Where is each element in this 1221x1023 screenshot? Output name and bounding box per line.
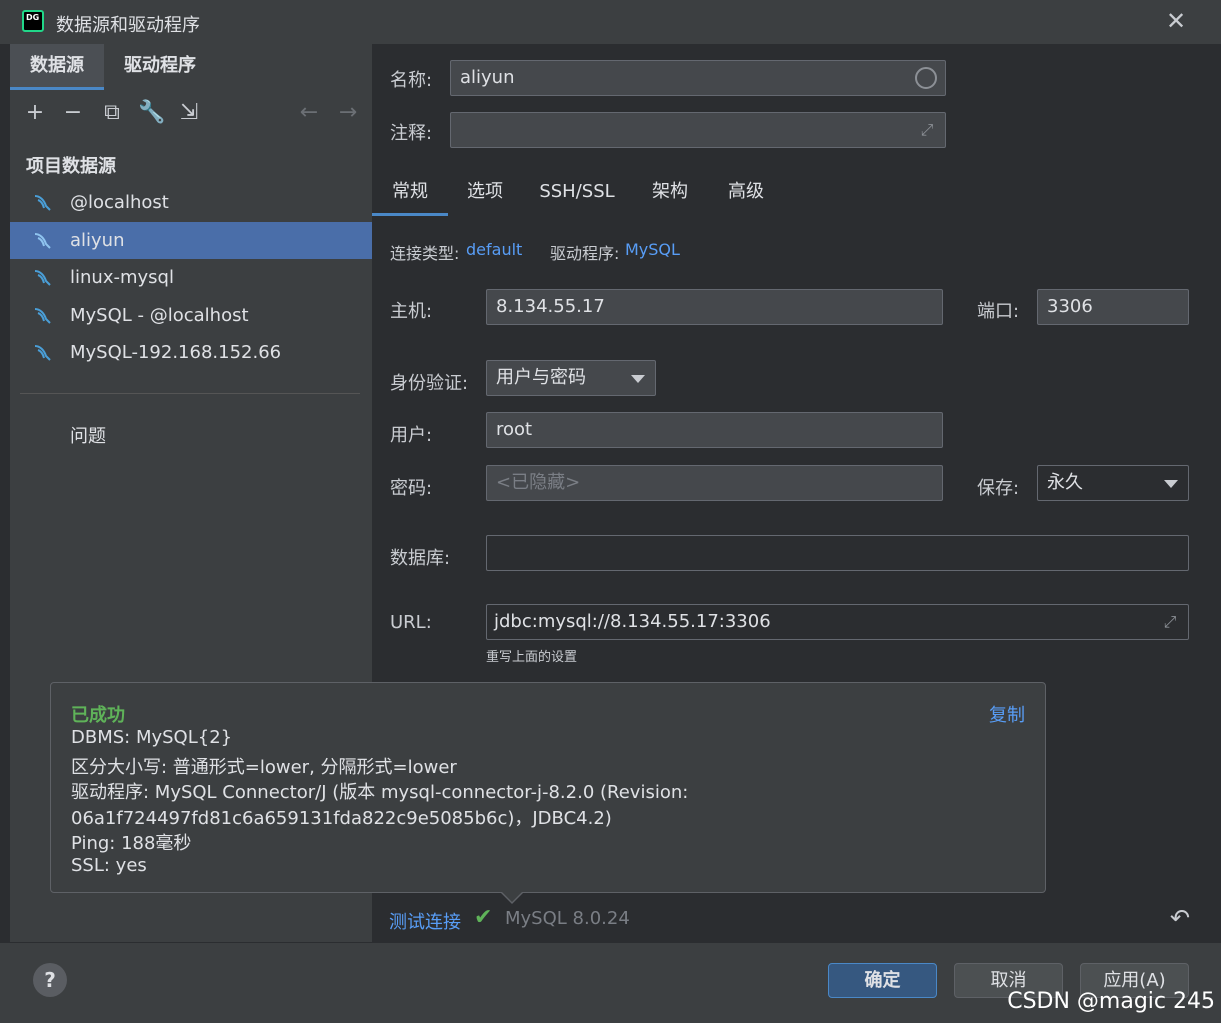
list-item[interactable]: aliyun — [10, 222, 372, 259]
list-item-label: MySQL - @localhost — [70, 305, 249, 326]
ok-button[interactable]: 确定 — [828, 963, 937, 998]
list-item[interactable]: linux-mysql — [10, 259, 372, 296]
save-select[interactable]: 永久 — [1037, 465, 1189, 501]
database-label: 数据库: — [390, 548, 451, 569]
password-label: 密码: — [390, 478, 433, 499]
url-field[interactable]: jdbc:mysql://8.134.55.17:3306 ⤢ — [486, 604, 1189, 640]
url-hint: 重写上面的设置 — [486, 650, 578, 665]
close-icon[interactable]: ✕ — [1163, 8, 1189, 34]
tab-drivers[interactable]: 驱动程序 — [104, 44, 220, 90]
comment-field[interactable]: ⤢ — [450, 112, 946, 148]
driver-link[interactable]: MySQL — [625, 240, 680, 259]
auth-value: 用户与密码 — [496, 367, 586, 388]
tab-advanced[interactable]: 高级 — [714, 170, 778, 216]
host-field[interactable]: 8.134.55.17 — [486, 289, 943, 325]
divider — [20, 393, 360, 394]
list-item-label: aliyun — [70, 230, 125, 251]
mysql-icon — [34, 345, 51, 361]
host-label: 主机: — [390, 301, 433, 322]
port-label: 端口: — [977, 301, 1020, 322]
arrow-right-icon[interactable]: → — [335, 100, 361, 126]
driver-label: 驱动程序: — [550, 244, 620, 263]
check-icon: ✔ — [474, 905, 493, 930]
watermark: CSDN @magic 245 — [1007, 989, 1215, 1014]
dialog-button-bar: ? 确定 取消 应用(A) CSDN @magic 245 — [0, 942, 1221, 1023]
result-line: 驱动程序: MySQL Connector/J (版本 mysql-connec… — [71, 782, 689, 803]
datagrip-logo-icon: DG — [22, 10, 44, 32]
url-label: URL: — [390, 612, 432, 633]
help-icon[interactable]: ? — [33, 963, 67, 997]
tab-schemas[interactable]: 架构 — [638, 170, 702, 216]
problems-item[interactable]: 问题 — [70, 422, 106, 448]
mysql-icon — [34, 308, 51, 324]
password-field[interactable]: <已隐藏> — [486, 465, 943, 501]
tab-data-sources[interactable]: 数据源 — [10, 44, 104, 90]
arrow-left-icon[interactable]: ← — [296, 100, 322, 126]
auth-select[interactable]: 用户与密码 — [486, 360, 656, 396]
copy-link[interactable]: 复制 — [989, 701, 1025, 727]
section-title: 项目数据源 — [26, 156, 116, 177]
copy-icon[interactable]: ⧉ — [99, 100, 125, 126]
title-bar: DG 数据源和驱动程序 ✕ — [0, 0, 1221, 44]
mysql-icon — [34, 270, 51, 286]
port-field[interactable]: 3306 — [1037, 289, 1189, 325]
connection-type-link[interactable]: default — [466, 240, 522, 259]
user-field[interactable]: root — [486, 412, 943, 448]
name-value: aliyun — [460, 67, 515, 88]
mysql-icon — [34, 233, 51, 249]
list-item-label: @localhost — [70, 192, 169, 213]
result-line: Ping: 188毫秒 — [71, 833, 192, 854]
connection-type-label: 连接类型: — [390, 244, 460, 263]
expand-icon[interactable]: ⤢ — [917, 120, 937, 140]
url-value: jdbc:mysql://8.134.55.17:3306 — [494, 611, 771, 632]
list-item[interactable]: @localhost — [10, 184, 372, 221]
list-item-label: MySQL-192.168.152.66 — [70, 342, 282, 363]
chevron-down-icon — [631, 375, 645, 383]
connection-result-popup: 已成功 复制 DBMS: MySQL{2} 区分大小写: 普通形式=lower,… — [50, 682, 1046, 904]
test-connection-link[interactable]: 测试连接 — [389, 908, 461, 934]
minus-icon[interactable]: − — [60, 100, 86, 126]
save-label: 保存: — [977, 478, 1020, 499]
tab-options[interactable]: 选项 — [450, 170, 520, 216]
import-icon[interactable]: ⇲ — [176, 100, 202, 126]
popup-caret-fill — [501, 891, 523, 902]
window-title: 数据源和驱动程序 — [56, 15, 200, 36]
result-line: 06a1f724497fd81c6a659131fda822c9e5085b6c… — [71, 808, 612, 829]
undo-icon[interactable]: ↶ — [1170, 904, 1190, 932]
auth-label: 身份验证: — [390, 373, 469, 394]
status-text: 已成功 — [71, 705, 125, 726]
result-line: SSL: yes — [71, 855, 147, 876]
list-item[interactable]: MySQL-192.168.152.66 — [10, 334, 372, 371]
chevron-down-icon — [1164, 480, 1178, 488]
tab-general[interactable]: 常规 — [372, 170, 448, 216]
wrench-icon[interactable]: 🔧 — [138, 100, 165, 126]
result-line: DBMS: MySQL{2} — [71, 727, 233, 748]
save-value: 永久 — [1047, 472, 1083, 493]
name-label: 名称: — [390, 70, 433, 91]
user-label: 用户: — [390, 425, 433, 446]
result-line: 区分大小写: 普通形式=lower, 分隔形式=lower — [71, 757, 457, 778]
color-circle-icon[interactable] — [915, 67, 937, 89]
list-item-label: linux-mysql — [70, 267, 174, 288]
tab-ssh-ssl[interactable]: SSH/SSL — [530, 170, 624, 216]
database-field[interactable] — [486, 535, 1189, 571]
comment-label: 注释: — [390, 123, 433, 144]
plus-icon[interactable]: + — [22, 100, 48, 126]
list-item[interactable]: MySQL - @localhost — [10, 297, 372, 334]
server-version: MySQL 8.0.24 — [505, 908, 630, 929]
name-field[interactable]: aliyun — [450, 60, 946, 96]
expand-icon[interactable]: ⤢ — [1160, 612, 1180, 632]
mysql-icon — [34, 195, 51, 211]
